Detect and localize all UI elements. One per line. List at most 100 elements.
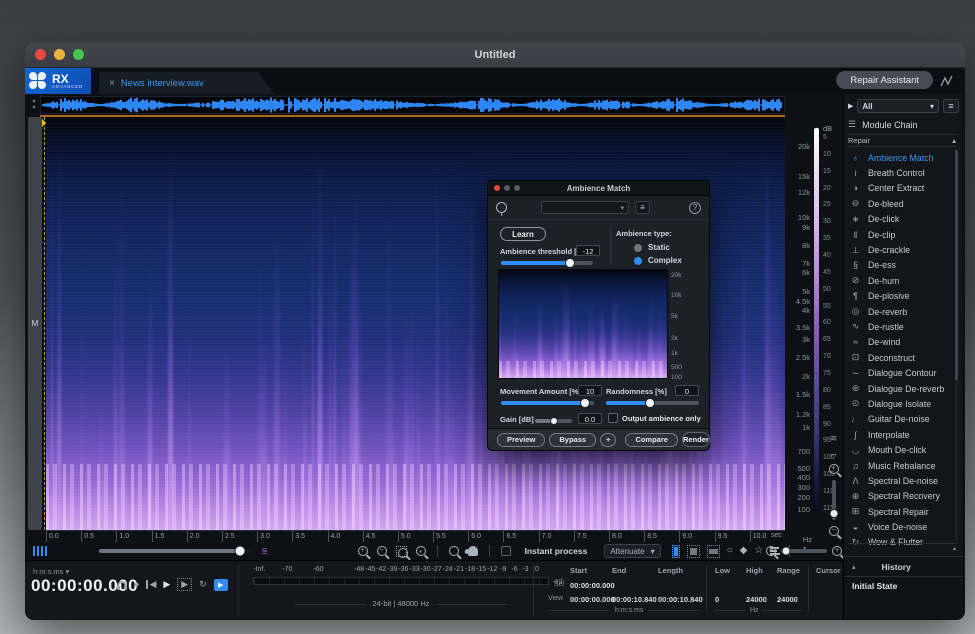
preset-dropdown[interactable]: ▾ — [541, 201, 629, 214]
threshold-slider[interactable] — [501, 261, 593, 265]
waveform-overview[interactable] — [40, 96, 785, 114]
module-list-item[interactable]: ♫ Music Rebalance — [848, 458, 954, 473]
module-list-item[interactable]: ◑ Center Extract — [848, 181, 954, 196]
instant-process-checkbox[interactable] — [501, 546, 511, 556]
amplitude-gradient-bar[interactable] — [814, 128, 819, 514]
spectrogram-view-icon[interactable]: ≈ — [262, 546, 268, 556]
hzoom-out-icon[interactable]: − — [766, 546, 776, 556]
repair-assistant-button[interactable]: Repair Assistant — [836, 71, 933, 89]
blend-slider-thumb[interactable] — [234, 546, 245, 557]
ambience-type-option[interactable]: Static — [634, 241, 682, 254]
output-ambience-checkbox[interactable] — [608, 413, 618, 423]
process-mode-dropdown[interactable]: Attenuate ▾ — [604, 544, 660, 558]
monitor-icon[interactable] — [117, 581, 127, 589]
randomness-value[interactable]: 0 — [675, 385, 699, 396]
gain-thumb[interactable] — [550, 417, 558, 425]
file-tab[interactable]: × News interview.wav — [99, 72, 274, 94]
module-list-item[interactable]: Λ Spectral De-noise — [848, 473, 954, 488]
high-value[interactable]: 24000 — [746, 595, 767, 604]
history-collapse-icon[interactable]: ▴ — [852, 563, 856, 571]
view-end[interactable]: 00:00:10.840 — [612, 595, 657, 604]
spectrogram-settings-icon[interactable]: ≋ — [830, 434, 838, 443]
module-list-item[interactable]: ∼ Dialogue Contour — [848, 365, 954, 380]
magic-wand-tool-icon[interactable]: ☆ — [754, 546, 763, 556]
zoom-in-vertical-icon[interactable]: + — [829, 464, 839, 474]
module-list-item[interactable]: ♩ Guitar De-noise — [848, 412, 954, 427]
waveform-view-icon[interactable] — [33, 546, 47, 556]
history-item[interactable]: Initial State — [844, 577, 963, 595]
play-output-button[interactable]: ▶ — [214, 579, 228, 591]
module-list-item[interactable]: ♁ Ambience Match — [848, 150, 954, 165]
dialog-titlebar[interactable]: Ambience Match — [488, 181, 709, 196]
preview-button[interactable]: Preview — [497, 433, 545, 447]
return-to-start-button[interactable]: ◀ — [146, 580, 156, 589]
sidebar-scrollbar[interactable] — [955, 150, 958, 542]
module-list-item[interactable]: ⊙ Dialogue Isolate — [848, 396, 954, 411]
zoom-out-icon[interactable]: − — [377, 546, 387, 556]
ambience-type-option[interactable]: Complex — [634, 254, 682, 267]
vertical-zoom-thumb[interactable] — [829, 509, 838, 518]
view-start[interactable]: 00:00:00.000 — [570, 595, 615, 604]
loop-button[interactable]: ↻ — [199, 580, 207, 589]
waveform-spectrogram-blend-slider[interactable] — [99, 549, 252, 553]
module-list-item[interactable]: ⊛ Dialogue De-reverb — [848, 381, 954, 396]
module-list-item[interactable]: ‖ De-clip — [848, 227, 954, 242]
zoom-fit-icon[interactable]: ⁎ — [416, 546, 426, 556]
add-button[interactable]: + — [600, 433, 616, 447]
randomness-thumb[interactable] — [645, 398, 655, 408]
channel-strip[interactable]: M — [28, 117, 42, 530]
signal-flow-icon[interactable] — [939, 73, 955, 89]
threshold-thumb[interactable] — [565, 258, 575, 268]
next-section-header[interactable]: ▴ — [848, 543, 956, 553]
record-button[interactable]: ● — [134, 580, 139, 589]
lasso-tool-icon[interactable]: ○ — [727, 546, 733, 556]
sel-start[interactable]: 00:00:00.000 — [570, 581, 615, 590]
module-list-item[interactable]: ∫ Interpolate — [848, 427, 954, 442]
time-selection-tool[interactable] — [672, 545, 680, 558]
module-list-item[interactable]: ≀ Breath Control — [848, 165, 954, 180]
help-icon[interactable]: ? — [689, 202, 701, 214]
module-list-item[interactable]: ∿ De-rustle — [848, 319, 954, 334]
scale-adjust-icon[interactable]: ↔ — [829, 449, 838, 458]
sidebar-menu-icon[interactable]: ≡ — [943, 99, 959, 113]
zoom-in-icon[interactable]: + — [358, 546, 368, 556]
level-meter[interactable] — [253, 577, 549, 585]
preset-menu-icon[interactable]: ≡ — [635, 201, 650, 214]
module-filter-dropdown[interactable]: All ▾ — [857, 99, 939, 113]
magnify-tool-icon[interactable] — [449, 546, 459, 556]
module-list-item[interactable]: ⊥ De-crackle — [848, 242, 954, 257]
brush-tool-icon[interactable]: ◆ — [740, 546, 748, 556]
learn-button[interactable]: Learn — [500, 227, 546, 241]
module-list-item[interactable]: ◡ Mouth De-click — [848, 442, 954, 457]
horizontal-zoom-slider[interactable] — [781, 549, 827, 553]
movement-value[interactable]: 10 — [578, 385, 602, 396]
module-list-item[interactable]: ⊖ De-bleed — [848, 196, 954, 211]
low-value[interactable]: 0 — [715, 595, 719, 604]
module-list-item[interactable]: ⊘ De-hum — [848, 273, 954, 288]
module-list-item[interactable]: ⊞ Spectral Repair — [848, 504, 954, 519]
tab-close-icon[interactable]: × — [109, 78, 115, 89]
time-ruler[interactable]: 0.00.51.01.52.02.53.03.54.04.55.05.56.06… — [46, 530, 785, 542]
play-selection-button[interactable]: ▶ — [177, 578, 192, 591]
module-list-item[interactable]: ≈ De-wind — [848, 335, 954, 350]
render-button[interactable]: Render — [682, 432, 710, 447]
module-list-item[interactable]: ◎ De-reverb — [848, 304, 954, 319]
overview-collapse-control[interactable]: ▴▾ — [28, 98, 40, 114]
randomness-slider[interactable] — [606, 401, 699, 405]
play-button[interactable]: ▶ — [163, 580, 170, 589]
threshold-value[interactable]: -12 — [576, 245, 600, 256]
module-list-item[interactable]: § De-ess — [848, 258, 954, 273]
view-length[interactable]: 00:00:10.840 — [658, 595, 703, 604]
zoom-out-vertical-icon[interactable]: − — [829, 526, 839, 536]
grab-tool-icon[interactable] — [468, 546, 478, 556]
hzoom-thumb[interactable] — [781, 547, 790, 556]
run-module-icon[interactable]: ▶ — [848, 102, 853, 110]
module-list-item[interactable]: ∗ De-click — [848, 212, 954, 227]
time-format-selector[interactable]: h:m:s.ms ▾ — [33, 567, 69, 576]
vertical-zoom-slider[interactable] — [832, 480, 836, 520]
time-frequency-selection-tool[interactable] — [687, 545, 700, 558]
movement-thumb[interactable] — [580, 398, 590, 408]
repair-section-header[interactable]: Repair ▴ — [848, 134, 956, 147]
module-list-item[interactable]: ⊕ Spectral Recovery — [848, 489, 954, 504]
compare-button[interactable]: Compare — [625, 433, 678, 447]
